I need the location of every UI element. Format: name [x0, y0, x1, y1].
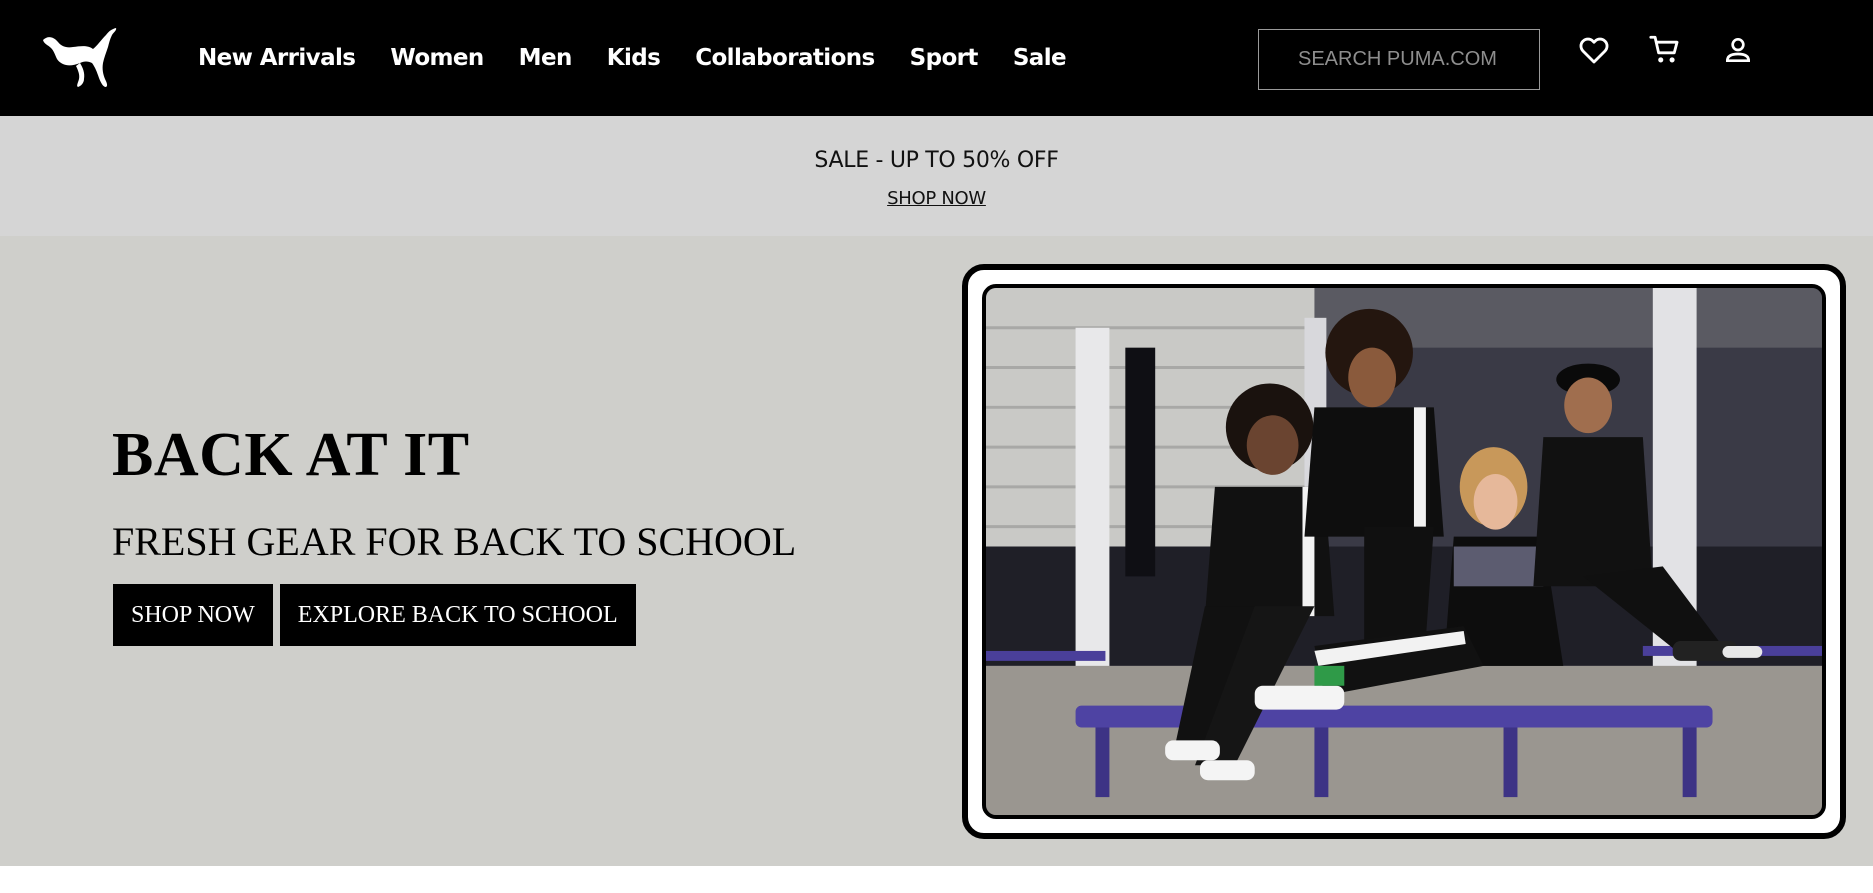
nav-sale[interactable]: Sale: [1013, 42, 1067, 74]
hero-title: BACK AT IT: [112, 421, 470, 489]
hero-subtitle: FRESH GEAR FOR BACK TO SCHOOL: [112, 519, 797, 564]
explore-back-to-school-button[interactable]: EXPLORE BACK TO SCHOOL: [279, 584, 636, 646]
user-icon[interactable]: [1718, 30, 1758, 70]
nav-women[interactable]: Women: [390, 42, 484, 74]
hero-section: BACK AT IT FRESH GEAR FOR BACK TO SCHOOL…: [0, 236, 1873, 866]
hero-image-frame: [962, 264, 1846, 839]
nav-new-arrivals[interactable]: New Arrivals: [198, 42, 356, 74]
promo-title: SALE - UP TO 50% OFF: [814, 148, 1059, 173]
top-navigation-bar: New Arrivals Women Men Kids Collaboratio…: [0, 0, 1873, 116]
nav-sport[interactable]: Sport: [910, 42, 979, 74]
hero-photo-kids-in-tracksuits: [982, 284, 1826, 819]
cart-icon[interactable]: [1645, 30, 1685, 70]
shop-now-button[interactable]: SHOP NOW: [113, 584, 273, 646]
nav-collaborations[interactable]: Collaborations: [695, 42, 875, 74]
main-nav: New Arrivals Women Men Kids Collaboratio…: [198, 42, 1101, 74]
search-input[interactable]: [1258, 29, 1540, 90]
heart-icon[interactable]: [1574, 30, 1614, 70]
puma-logo-icon[interactable]: [40, 26, 120, 88]
nav-men[interactable]: Men: [519, 42, 573, 74]
nav-kids[interactable]: Kids: [607, 42, 661, 74]
promo-shop-now-link[interactable]: SHOP NOW: [887, 188, 986, 209]
promo-banner: SALE - UP TO 50% OFF SHOP NOW: [0, 116, 1873, 236]
hero-buttons: SHOP NOW EXPLORE BACK TO SCHOOL: [113, 584, 643, 646]
